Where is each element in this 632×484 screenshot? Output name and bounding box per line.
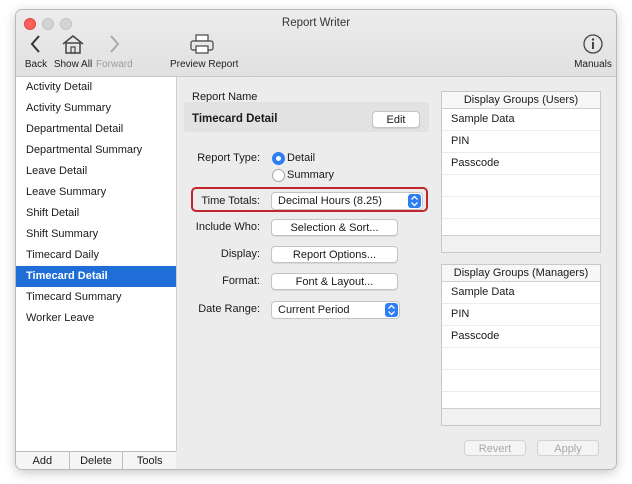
show-all-label: Show All — [53, 59, 93, 70]
list-item[interactable]: Sample Data — [442, 109, 600, 131]
summary-radio-label: Summary — [287, 169, 335, 181]
back-button[interactable]: Back — [23, 34, 49, 70]
sidebar-item-departmental-detail[interactable]: Departmental Detail — [16, 119, 176, 140]
manuals-label: Manuals — [574, 59, 612, 70]
empty-row — [442, 348, 600, 370]
sidebar-item-shift-detail[interactable]: Shift Detail — [16, 203, 176, 224]
titlebar: Report Writer Back Show All Forward Prev… — [16, 10, 616, 77]
date-range-label: Date Range: — [198, 303, 260, 315]
date-range-value: Current Period — [278, 304, 350, 316]
report-type-label: Report Type: — [197, 152, 260, 164]
time-totals-value: Decimal Hours (8.25) — [278, 195, 382, 207]
sidebar-item-activity-detail[interactable]: Activity Detail — [16, 77, 176, 98]
sidebar-button-bar: Add Delete Tools — [16, 451, 176, 469]
chevron-right-icon — [110, 35, 120, 53]
preview-report-button[interactable]: Preview Report — [170, 34, 239, 70]
report-writer-window: Report Writer Back Show All Forward Prev… — [16, 10, 616, 469]
detail-radio-label: Detail — [287, 152, 316, 164]
info-icon — [583, 34, 603, 54]
manuals-button[interactable]: Manuals — [574, 34, 612, 70]
window-title: Report Writer — [281, 17, 351, 29]
sidebar-item-departmental-summary[interactable]: Departmental Summary — [16, 140, 176, 161]
sidebar-item-worker-leave[interactable]: Worker Leave — [16, 308, 176, 329]
summary-radio[interactable] — [272, 169, 285, 182]
printer-icon — [190, 34, 214, 54]
empty-row — [442, 175, 600, 197]
chevron-left-icon — [30, 35, 40, 53]
delete-button[interactable]: Delete — [70, 452, 124, 469]
sidebar-item-timecard-detail[interactable]: Timecard Detail — [16, 266, 176, 287]
display-groups-users-header: Display Groups (Users) — [442, 92, 600, 109]
display-groups-users-list[interactable]: Display Groups (Users) Sample Data PIN P… — [441, 91, 601, 253]
sidebar-item-activity-summary[interactable]: Activity Summary — [16, 98, 176, 119]
back-label: Back — [24, 59, 48, 70]
forward-label: Forward — [96, 59, 133, 70]
list-item[interactable]: PIN — [442, 131, 600, 153]
display-groups-managers-header: Display Groups (Managers) — [442, 265, 600, 282]
list-item[interactable]: Passcode — [442, 153, 600, 175]
report-name-value: Timecard Detail — [192, 113, 278, 125]
add-button[interactable]: Add — [16, 452, 70, 469]
home-icon — [62, 35, 84, 54]
format-label: Format: — [222, 275, 260, 287]
selection-sort-button[interactable]: Selection & Sort... — [271, 219, 398, 236]
sidebar-item-shift-summary[interactable]: Shift Summary — [16, 224, 176, 245]
detail-radio[interactable] — [272, 152, 285, 165]
edit-button[interactable]: Edit — [372, 111, 420, 128]
sidebar-item-leave-detail[interactable]: Leave Detail — [16, 161, 176, 182]
display-label: Display: — [220, 248, 260, 260]
date-range-popup[interactable]: Current Period — [271, 301, 400, 319]
preview-report-label: Preview Report — [170, 59, 239, 70]
font-layout-button[interactable]: Font & Layout... — [271, 273, 398, 290]
list-item[interactable]: PIN — [442, 304, 600, 326]
sidebar-item-leave-summary[interactable]: Leave Summary — [16, 182, 176, 203]
show-all-button[interactable]: Show All — [53, 34, 93, 70]
include-who-label: Include Who: — [195, 221, 260, 233]
popup-arrows-icon — [385, 303, 398, 317]
forward-button[interactable]: Forward — [96, 34, 133, 70]
report-options-button[interactable]: Report Options... — [271, 246, 398, 263]
time-totals-label: Time Totals: — [201, 195, 260, 207]
sidebar-item-timecard-summary[interactable]: Timecard Summary — [16, 287, 176, 308]
empty-row — [442, 197, 600, 219]
list-footer — [442, 408, 600, 425]
sidebar-item-timecard-daily[interactable]: Timecard Daily — [16, 245, 176, 266]
display-groups-managers-list[interactable]: Display Groups (Managers) Sample Data PI… — [441, 264, 601, 426]
list-item[interactable]: Sample Data — [442, 282, 600, 304]
list-footer — [442, 235, 600, 252]
revert-button[interactable]: Revert — [464, 440, 526, 456]
empty-row — [442, 370, 600, 392]
apply-button[interactable]: Apply — [537, 440, 599, 456]
list-item[interactable]: Passcode — [442, 326, 600, 348]
tools-button[interactable]: Tools — [123, 452, 176, 469]
time-totals-popup[interactable]: Decimal Hours (8.25) — [271, 192, 423, 210]
report-list-sidebar: Activity Detail Activity Summary Departm… — [16, 77, 177, 451]
popup-arrows-icon — [408, 194, 421, 208]
